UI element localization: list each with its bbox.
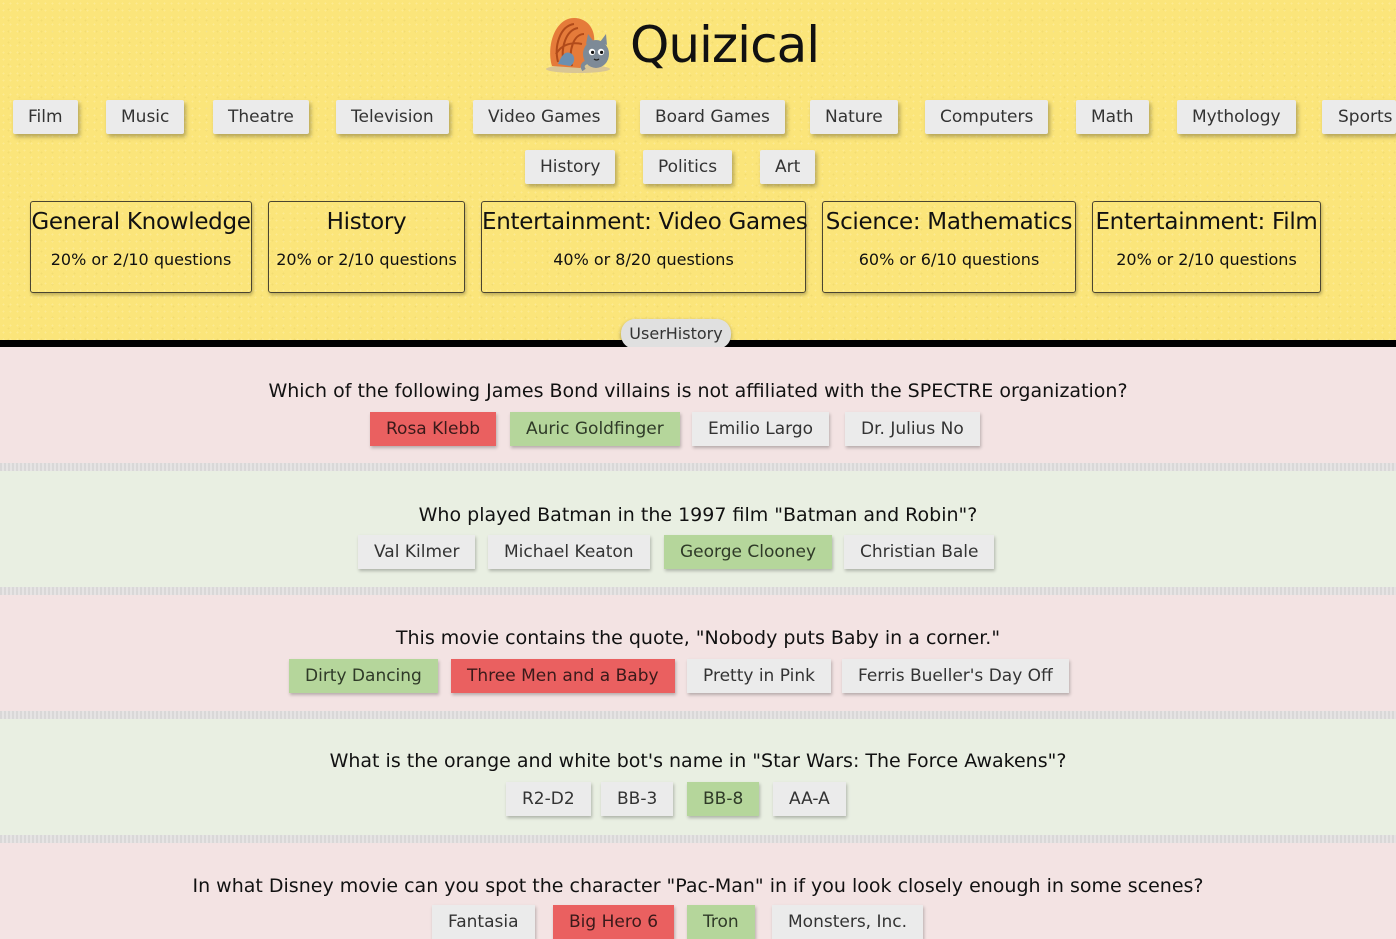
answer-button[interactable]: Tron bbox=[687, 905, 755, 939]
category-video-games-button[interactable]: Video Games bbox=[473, 100, 616, 134]
score-card-category: Science: Mathematics bbox=[825, 209, 1073, 235]
category-art-button[interactable]: Art bbox=[760, 150, 816, 184]
category-history-button[interactable]: History bbox=[525, 150, 616, 184]
question-separator bbox=[0, 835, 1396, 843]
score-card-category: Entertainment: Video Games bbox=[482, 209, 808, 235]
score-card-summary: 20% or 2/10 questions bbox=[50, 250, 232, 269]
question-card: This movie contains the quote, "Nobody p… bbox=[0, 595, 1396, 711]
question-text: Who played Batman in the 1997 film "Batm… bbox=[418, 504, 978, 526]
answer-button[interactable]: Christian Bale bbox=[844, 535, 995, 569]
question-separator bbox=[0, 463, 1396, 471]
header-banner: Quizical Film Music Theatre Television V… bbox=[0, 0, 1396, 341]
category-board-games-button[interactable]: Board Games bbox=[640, 100, 785, 134]
question-text: This movie contains the quote, "Nobody p… bbox=[395, 627, 1001, 649]
answer-button[interactable]: Emilio Largo bbox=[692, 412, 830, 446]
category-theatre-button[interactable]: Theatre bbox=[213, 100, 309, 134]
score-card-general-knowledge[interactable]: General Knowledge 20% or 2/10 questions bbox=[30, 201, 252, 293]
answer-row: Dirty Dancing Three Men and a Baby Prett… bbox=[0, 659, 1396, 693]
question-card: In what Disney movie can you spot the ch… bbox=[0, 843, 1396, 939]
question-card: Who played Batman in the 1997 film "Batm… bbox=[0, 471, 1396, 587]
category-nature-button[interactable]: Nature bbox=[810, 100, 898, 134]
score-card-history[interactable]: History 20% or 2/10 questions bbox=[268, 201, 465, 293]
answer-button[interactable]: Auric Goldfinger bbox=[510, 412, 680, 446]
question-card: Which of the following James Bond villai… bbox=[0, 347, 1396, 463]
score-card-film[interactable]: Entertainment: Film 20% or 2/10 question… bbox=[1092, 201, 1321, 293]
question-separator bbox=[0, 711, 1396, 719]
answer-button[interactable]: BB-8 bbox=[687, 782, 760, 816]
question-text: In what Disney movie can you spot the ch… bbox=[192, 875, 1204, 897]
category-math-button[interactable]: Math bbox=[1076, 100, 1149, 134]
answer-button[interactable]: Big Hero 6 bbox=[553, 905, 675, 939]
answer-button[interactable]: Dirty Dancing bbox=[289, 659, 438, 693]
category-sports-button[interactable]: Sports bbox=[1322, 100, 1396, 134]
answer-button[interactable]: Pretty in Pink bbox=[687, 659, 831, 693]
score-card-summary: 40% or 8/20 questions bbox=[553, 250, 734, 269]
answer-button[interactable]: R2-D2 bbox=[506, 782, 591, 816]
app-title: Quizical bbox=[630, 16, 820, 74]
category-music-button[interactable]: Music bbox=[106, 100, 185, 134]
score-card-category: History bbox=[326, 209, 407, 235]
score-card-mathematics[interactable]: Science: Mathematics 60% or 6/10 questio… bbox=[822, 201, 1076, 293]
answer-row: R2-D2 BB-3 BB-8 AA-A bbox=[0, 782, 1396, 816]
answer-button[interactable]: Three Men and a Baby bbox=[451, 659, 675, 693]
answer-button[interactable]: AA-A bbox=[773, 782, 846, 816]
answer-button[interactable]: Ferris Bueller's Day Off bbox=[842, 659, 1069, 693]
answer-button[interactable]: Rosa Klebb bbox=[370, 412, 497, 446]
question-text: What is the orange and white bot's name … bbox=[329, 750, 1067, 772]
score-card-summary: 20% or 2/10 questions bbox=[276, 250, 457, 269]
question-separator bbox=[0, 587, 1396, 595]
score-card-video-games[interactable]: Entertainment: Video Games 40% or 8/20 q… bbox=[481, 201, 808, 293]
category-television-button[interactable]: Television bbox=[336, 100, 449, 134]
answer-button[interactable]: Fantasia bbox=[432, 905, 535, 939]
answer-button[interactable]: BB-3 bbox=[601, 782, 674, 816]
answer-button[interactable]: Monsters, Inc. bbox=[772, 905, 924, 939]
category-computers-button[interactable]: Computers bbox=[925, 100, 1049, 134]
question-text: Which of the following James Bond villai… bbox=[268, 380, 1128, 402]
logo-icon bbox=[546, 18, 610, 73]
category-politics-button[interactable]: Politics bbox=[643, 150, 733, 184]
score-card-summary: 60% or 6/10 questions bbox=[858, 250, 1040, 269]
answer-button[interactable]: George Clooney bbox=[664, 535, 833, 569]
answer-row: Fantasia Big Hero 6 Tron Monsters, Inc. bbox=[0, 905, 1396, 939]
score-card-category: General Knowledge bbox=[31, 209, 251, 235]
answer-button[interactable]: Dr. Julius No bbox=[845, 412, 980, 446]
score-card-summary: 20% or 2/10 questions bbox=[1116, 250, 1297, 269]
answer-button[interactable]: Val Kilmer bbox=[358, 535, 476, 569]
answer-row: Val Kilmer Michael Keaton George Clooney… bbox=[0, 535, 1396, 569]
category-mythology-button[interactable]: Mythology bbox=[1177, 100, 1296, 134]
question-card: What is the orange and white bot's name … bbox=[0, 719, 1396, 835]
answer-row: Rosa Klebb Auric Goldfinger Emilio Largo… bbox=[0, 412, 1396, 446]
user-history-button[interactable]: UserHistory bbox=[621, 319, 731, 349]
answer-button[interactable]: Michael Keaton bbox=[488, 535, 650, 569]
category-film-button[interactable]: Film bbox=[13, 100, 78, 134]
score-card-category: Entertainment: Film bbox=[1095, 209, 1318, 235]
